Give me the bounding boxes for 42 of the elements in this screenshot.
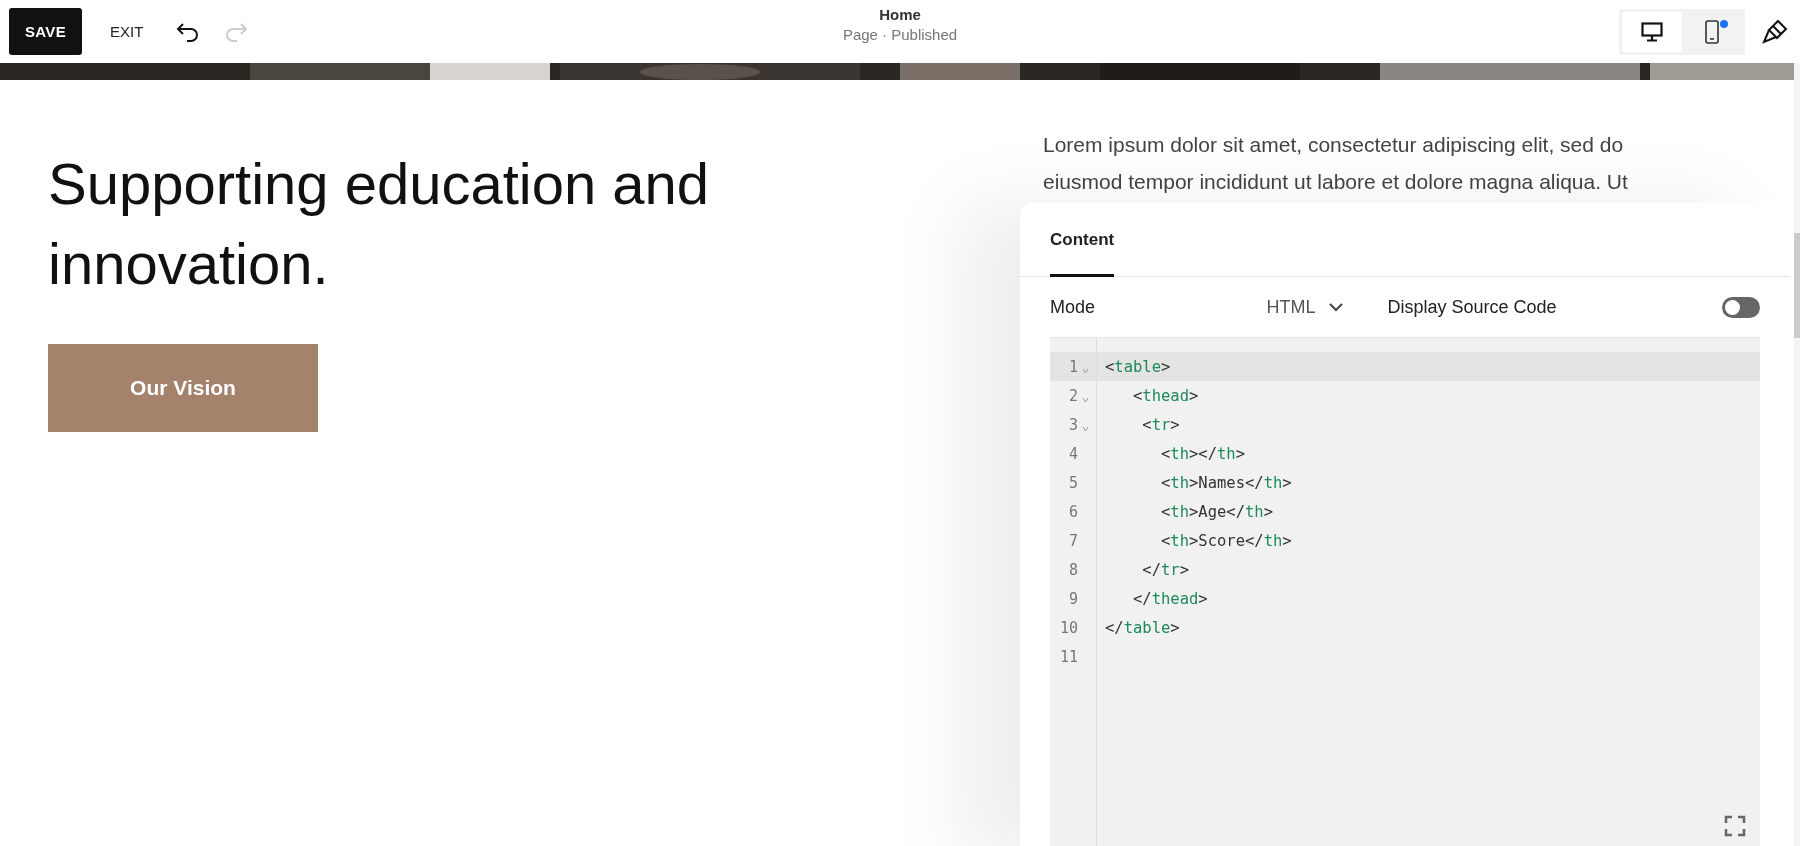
page-status: Page · Published <box>842 26 958 43</box>
code-line: </table> <box>1104 618 1180 637</box>
line-number: 3 <box>1067 415 1078 434</box>
line-number: 6 <box>1067 502 1078 521</box>
phone-icon <box>1705 19 1719 44</box>
source-code-label: Display Source Code <box>1387 296 1557 318</box>
page-title: Home <box>879 6 921 23</box>
line-number: 2 <box>1067 386 1078 405</box>
expand-icon[interactable] <box>1724 815 1746 837</box>
line-number: 4 <box>1067 444 1078 463</box>
scrollbar[interactable] <box>1794 63 1800 846</box>
line-number: 11 <box>1058 647 1078 666</box>
section-heading: Supporting education and innovation. <box>48 150 711 298</box>
save-button[interactable]: SAVE <box>9 8 82 55</box>
code-line: <table> <box>1104 357 1171 376</box>
code-line: <th>Names</th> <box>1160 473 1292 492</box>
monitor-icon <box>1641 21 1663 42</box>
redo-icon <box>223 20 250 43</box>
code-line: <th>Score</th> <box>1160 531 1292 550</box>
panel-tab[interactable]: Content <box>1050 230 1115 277</box>
exit-button[interactable]: EXIT <box>104 17 150 46</box>
code-line: <th></th> <box>1160 444 1245 463</box>
line-number: 5 <box>1067 473 1078 492</box>
code-line: <tr> <box>1141 415 1180 434</box>
line-number: 9 <box>1067 589 1078 608</box>
source-code-toggle[interactable] <box>1722 296 1760 318</box>
mode-dropdown[interactable]: HTML <box>1260 295 1350 319</box>
desktop-view-button[interactable] <box>1622 11 1682 52</box>
code-editor[interactable]: 1 <table> 2 <thead> 3 <tr> 4 <th></th> 5 <th>Names</th> 6 <th>Age</th> 7 <th>Score</th> 8 </tr> 9 </thead> 10 </table> 11 <box>1050 337 1760 846</box>
code-line: </tr> <box>1141 560 1189 579</box>
line-number: 7 <box>1067 531 1078 550</box>
body-paragraph: Lorem ipsum dolor sit amet, consectetur adipiscing elit, sed do eiusmod tempor incididunt ut labore et dolore magna aliqua. Ut <box>1043 132 1629 195</box>
code-line: <th>Age</th> <box>1160 502 1273 521</box>
paintbrush-icon <box>1761 17 1789 46</box>
line-number: 1 <box>1067 357 1078 376</box>
line-number: 8 <box>1067 560 1078 579</box>
code-line: <thead> <box>1132 386 1199 405</box>
chevron-icon <box>1329 302 1344 312</box>
code-line: </thead> <box>1132 589 1208 608</box>
mode-label: Mode <box>1050 296 1096 318</box>
our-vision-button[interactable]: Our Vision <box>48 344 318 432</box>
line-number: 10 <box>1058 618 1078 637</box>
